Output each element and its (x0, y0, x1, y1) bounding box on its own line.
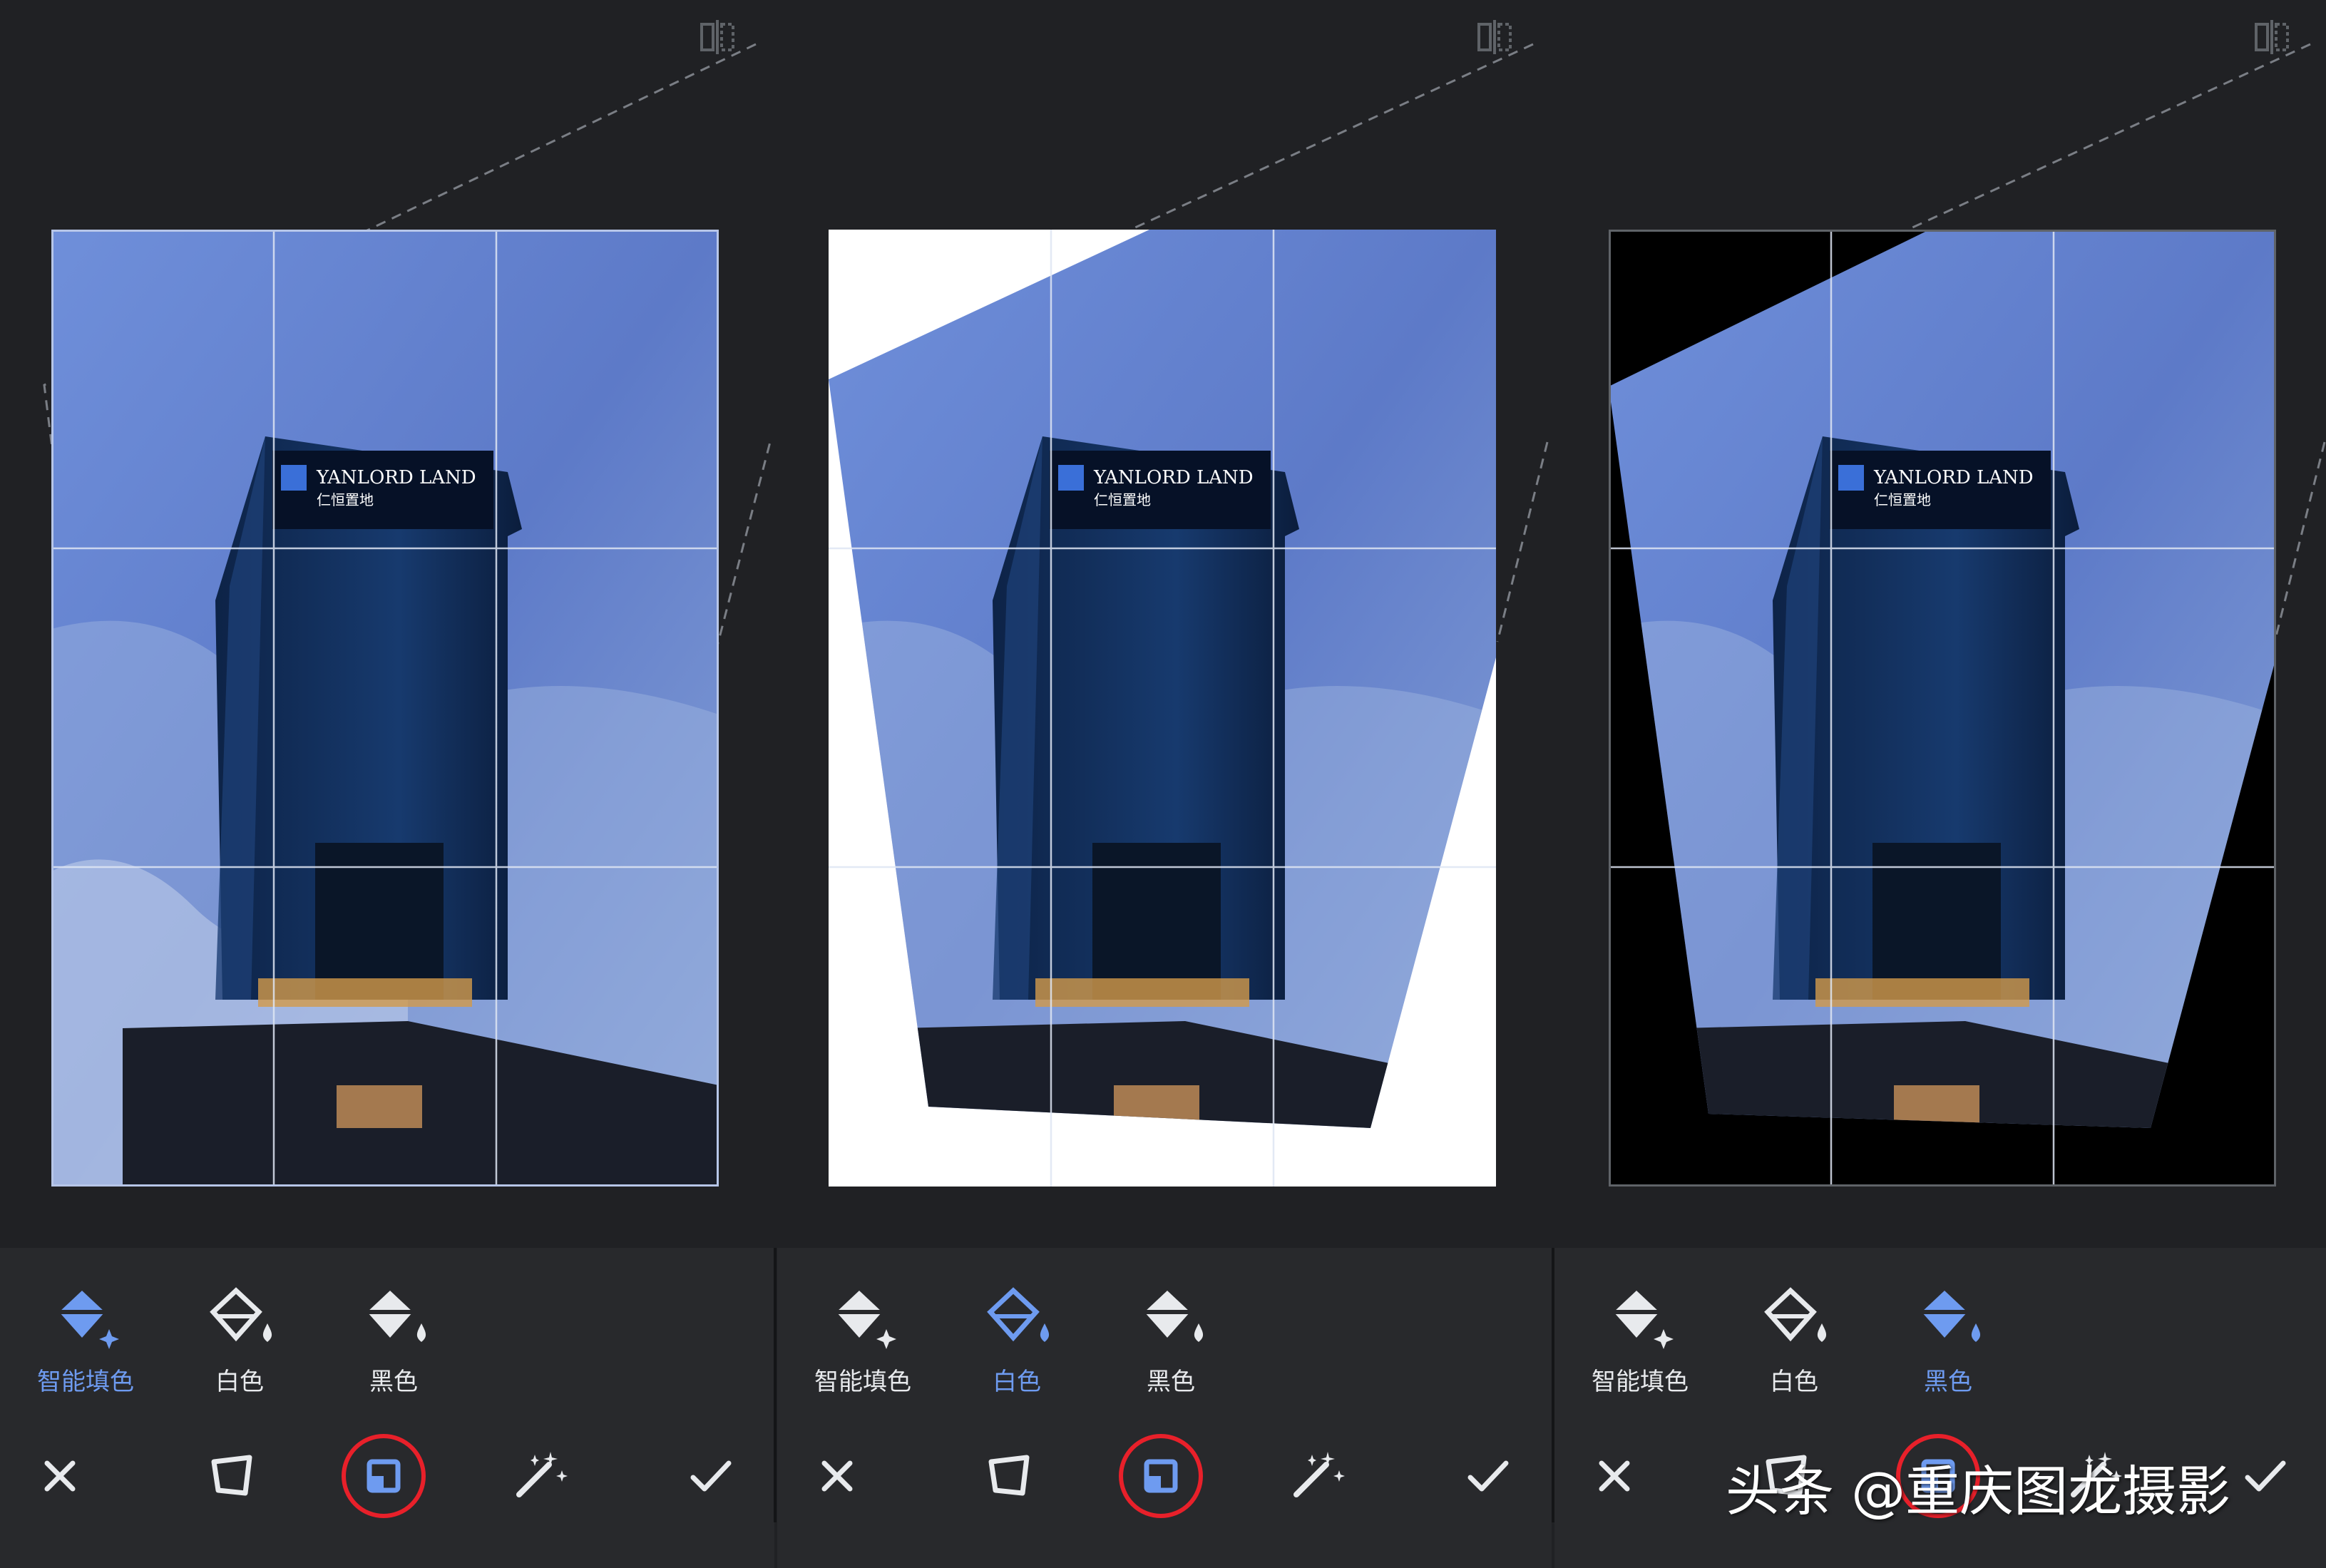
bottom-toolbar: 智能填色 白色 黑色 (777, 1248, 1552, 1568)
fill-option-label: 智能填色 (814, 1368, 911, 1396)
bucket-outline-drop-icon (210, 1287, 272, 1342)
panel-black-fill: YANLORD LAND 仁恒置地 智能填色 白色 黑色 (1554, 0, 2326, 1568)
bucket-sparkle-icon (59, 1291, 119, 1349)
fill-option-black[interactable]: 黑色 (322, 1276, 465, 1405)
fill-option-smart[interactable]: 智能填色 (14, 1276, 157, 1405)
check-icon[interactable] (667, 1433, 753, 1519)
bottom-toolbar: 智能填色 白色 黑色 (0, 1248, 774, 1568)
fill-option-black[interactable]: 黑色 (1100, 1276, 1242, 1405)
close-icon[interactable] (1572, 1433, 1657, 1519)
panel-white-fill: YANLORD LAND 仁恒置地 智能填色 白色 黑色 (777, 0, 1552, 1568)
perspective-icon[interactable] (965, 1433, 1051, 1519)
fill-option-label: 黑色 (369, 1368, 418, 1396)
fill-option-label: 白色 (215, 1368, 264, 1396)
bucket-outline-drop-icon (1764, 1287, 1827, 1342)
fill-option-label: 智能填色 (1592, 1368, 1689, 1396)
photo-canvas[interactable]: YANLORD LAND 仁恒置地 (1609, 230, 2276, 1187)
panel-divider (774, 1248, 777, 1522)
bucket-outline-drop-icon (987, 1287, 1050, 1342)
svg-text:YANLORD LAND: YANLORD LAND (1093, 467, 1254, 488)
auto-magic-icon[interactable] (495, 1433, 580, 1519)
auto-magic-icon[interactable] (1272, 1433, 1358, 1519)
fill-icon[interactable] (1118, 1433, 1204, 1519)
compare-icon[interactable] (2250, 17, 2293, 57)
fill-option-white[interactable]: 白色 (168, 1276, 311, 1405)
watermark: 头条 @重庆图龙摄影 (1726, 1460, 2231, 1523)
bucket-sparkle-icon (1614, 1291, 1674, 1349)
fill-option-label: 白色 (993, 1368, 1041, 1396)
bucket-drop-icon (1144, 1291, 1204, 1342)
check-icon[interactable] (2222, 1433, 2307, 1519)
fill-option-white[interactable]: 白色 (1723, 1276, 1865, 1405)
fill-option-smart[interactable]: 智能填色 (1569, 1276, 1711, 1405)
svg-text:仁恒置地: 仁恒置地 (317, 491, 374, 508)
fill-option-label: 黑色 (1924, 1368, 1972, 1396)
fill-icon[interactable] (341, 1433, 426, 1519)
svg-text:仁恒置地: 仁恒置地 (1874, 491, 1931, 508)
fill-option-white[interactable]: 白色 (946, 1276, 1088, 1405)
fill-option-label: 白色 (1770, 1368, 1818, 1396)
svg-text:YANLORD LAND: YANLORD LAND (1873, 467, 2034, 488)
fill-option-smart[interactable]: 智能填色 (791, 1276, 934, 1405)
close-icon[interactable] (794, 1433, 880, 1519)
svg-text:仁恒置地: 仁恒置地 (1094, 491, 1151, 508)
fill-option-label: 智能填色 (37, 1368, 134, 1396)
check-icon[interactable] (1445, 1433, 1530, 1519)
fill-option-black[interactable]: 黑色 (1877, 1276, 2019, 1405)
photo-canvas[interactable]: YANLORD LAND 仁恒置地 (829, 230, 1496, 1187)
panel-smart-fill: YANLORD LAND 仁恒置地 智能填色 白色 黑色 (0, 0, 774, 1568)
bucket-drop-icon (367, 1291, 426, 1342)
photo-canvas[interactable]: YANLORD LAND 仁恒置地 (51, 230, 719, 1187)
bucket-sparkle-icon (836, 1291, 896, 1349)
compare-icon[interactable] (1473, 17, 1516, 57)
perspective-icon[interactable] (188, 1433, 274, 1519)
svg-text:YANLORD LAND: YANLORD LAND (316, 467, 476, 488)
compare-icon[interactable] (696, 17, 739, 57)
close-icon[interactable] (17, 1433, 103, 1519)
bucket-drop-icon (1922, 1291, 1981, 1342)
fill-option-label: 黑色 (1147, 1368, 1195, 1396)
